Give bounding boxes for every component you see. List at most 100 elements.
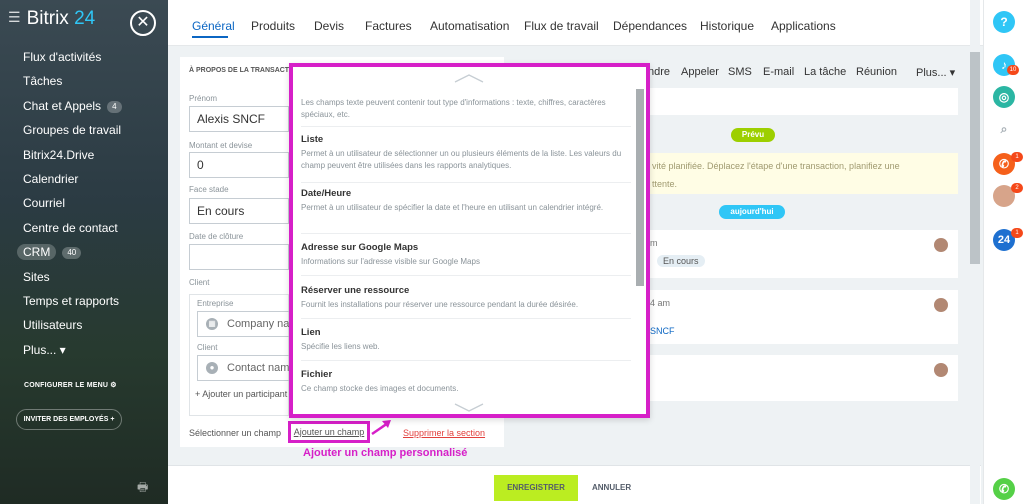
client-label: Client: [189, 278, 210, 287]
tab-historique[interactable]: Historique: [700, 19, 754, 33]
add-participant-link[interactable]: + Ajouter un participant: [195, 389, 287, 399]
entreprise-label: Entreprise: [197, 299, 234, 308]
contact-name-input[interactable]: ● Contact name: [197, 355, 292, 381]
tab-applications[interactable]: Applications: [771, 19, 836, 33]
search-icon[interactable]: ⌕: [993, 118, 1015, 140]
field-type-resource[interactable]: Réserver une ressource Fournit les insta…: [301, 285, 631, 311]
list-item[interactable]: Les champs texte peuvent contenir tout t…: [301, 94, 631, 121]
help-icon[interactable]: ?: [993, 11, 1015, 33]
field-type-desc: Fournit les installations pour réserver …: [301, 300, 579, 309]
sidebar-item-label: Utilisateurs: [23, 318, 83, 333]
b24-badge: 1: [1011, 228, 1023, 238]
sidebar-item-groupes[interactable]: Groupes de travail: [0, 118, 168, 142]
cloture-date-input[interactable]: [189, 244, 289, 270]
close-icon[interactable]: ✕: [130, 10, 156, 36]
sidebar-item-label: CRM: [17, 244, 57, 261]
divider: [301, 233, 631, 234]
contact-sub-label: Client: [197, 343, 218, 352]
call-badge: 1: [1011, 152, 1023, 162]
divider: [301, 275, 631, 276]
save-button[interactable]: ENREGISTRER: [494, 475, 578, 501]
cloture-label: Date de clôture: [189, 232, 244, 241]
field-type-datetime[interactable]: Date/Heure Permet à un utilisateur de sp…: [301, 188, 631, 214]
sidebar-item-plus[interactable]: Plus... ▾: [0, 338, 168, 362]
sidebar-item-chat[interactable]: Chat et Appels 4: [0, 94, 168, 118]
page-scrollbar-thumb[interactable]: [970, 52, 980, 264]
sidebar-item-taches[interactable]: Tâches: [0, 69, 168, 93]
add-field-link[interactable]: Ajouter un champ: [288, 421, 370, 443]
field-type-desc: Permet à un utilisateur de spécifier la …: [301, 203, 604, 212]
sidebar-item-label: Courriel: [23, 196, 66, 211]
notification-badge: 10: [1007, 65, 1019, 75]
field-type-title: Date/Heure: [301, 188, 352, 199]
action-tache[interactable]: La tâche: [804, 66, 846, 78]
cancel-button[interactable]: ANNULER: [592, 475, 631, 501]
count-badge: 40: [62, 247, 82, 260]
prenom-input[interactable]: Alexis SNCF: [189, 106, 289, 132]
configure-menu-link[interactable]: CONFIGURER LE MENU ⚙: [24, 381, 117, 389]
tab-flux-travail[interactable]: Flux de travail: [524, 19, 599, 33]
field-type-google-maps[interactable]: Adresse sur Google Maps Informations sur…: [301, 242, 631, 268]
sidebar-item-crm[interactable]: CRM 40: [0, 240, 168, 264]
chevron-up-icon[interactable]: [453, 73, 485, 83]
tab-produits[interactable]: Produits: [251, 19, 295, 33]
tab-automatisation[interactable]: Automatisation: [430, 19, 509, 33]
field-type-desc: Ce champ stocke des images et documents.: [301, 384, 459, 393]
app-window: ☰ Bitrix 24 Flux d'activités Tâches Chat …: [0, 0, 1024, 504]
delete-section-link[interactable]: Supprimer la section: [403, 428, 485, 438]
sidebar-item-temps[interactable]: Temps et rapports: [0, 289, 168, 313]
today-badge: aujourd'hui: [719, 205, 785, 219]
open-channels-icon[interactable]: ◎: [993, 86, 1015, 108]
timeline-actions: ndre Appeler SMS E-mail La tâche Réunion…: [640, 58, 958, 88]
menu-icon[interactable]: ☰: [8, 9, 21, 26]
company-name-input[interactable]: ▦ Company name: [197, 311, 292, 337]
action-sms[interactable]: SMS: [728, 66, 752, 78]
sidebar-item-drive[interactable]: Bitrix24.Drive: [0, 143, 168, 167]
printer-icon[interactable]: 🖶: [137, 478, 148, 499]
sidebar-item-label: Centre de contact: [23, 220, 118, 235]
phone-icon[interactable]: ✆: [993, 478, 1015, 500]
sidebar-item-flux[interactable]: Flux d'activités: [0, 45, 168, 69]
timeline-card[interactable]: 4 am SNCF: [648, 290, 958, 344]
card-time: m: [650, 238, 658, 248]
avatar: [934, 238, 948, 252]
invite-employees-button[interactable]: INVITER DES EMPLOYÉS +: [16, 409, 122, 430]
card-link[interactable]: SNCF: [650, 326, 675, 336]
right-rail: ? ♪ 10 ◎ ⌕ ✆ 1 2 24 1 ✆: [983, 0, 1024, 504]
montant-input[interactable]: 0: [189, 152, 289, 178]
action-rendezvous[interactable]: ndre: [648, 66, 670, 78]
select-field-link[interactable]: Sélectionner un champ: [189, 428, 281, 438]
sidebar-item-contact-center[interactable]: Centre de contact: [0, 216, 168, 240]
field-type-link[interactable]: Lien Spécifie les liens web.: [301, 327, 631, 353]
tab-general[interactable]: Général: [192, 19, 235, 33]
timeline-card[interactable]: [648, 355, 958, 401]
field-type-dropdown: Les champs texte peuvent contenir tout t…: [289, 63, 650, 418]
sidebar-item-calendrier[interactable]: Calendrier: [0, 167, 168, 191]
divider: [301, 126, 631, 127]
action-plus[interactable]: Plus... ▾: [916, 66, 955, 79]
logo[interactable]: ☰ Bitrix 24: [8, 8, 95, 30]
timeline-card[interactable]: m En cours: [648, 230, 958, 278]
sidebar-item-courriel[interactable]: Courriel: [0, 191, 168, 215]
sidebar-item-sites[interactable]: Sites: [0, 265, 168, 289]
field-type-desc: Les champs texte peuvent contenir tout t…: [301, 98, 606, 119]
divider: [301, 318, 631, 319]
tab-factures[interactable]: Factures: [365, 19, 412, 33]
field-type-file[interactable]: Fichier Ce champ stocke des images et do…: [301, 369, 631, 395]
sidebar-item-utilisateurs[interactable]: Utilisateurs: [0, 313, 168, 337]
stade-select[interactable]: En cours: [189, 198, 289, 224]
bottom-action-bar: ENREGISTRER ANNULER: [168, 465, 981, 504]
action-email[interactable]: E-mail: [763, 66, 794, 78]
tab-devis[interactable]: Devis: [314, 19, 344, 33]
dropdown-scrollbar[interactable]: [636, 89, 644, 286]
action-reunion[interactable]: Réunion: [856, 66, 897, 78]
timeline-input-bar[interactable]: [640, 88, 958, 115]
status-badge: En cours: [657, 255, 705, 267]
avatar: [934, 363, 948, 377]
gear-icon: ⚙: [110, 382, 117, 389]
tab-dependances[interactable]: Dépendances: [613, 19, 687, 33]
card-time: 4 am: [650, 298, 671, 308]
field-type-liste[interactable]: Liste Permet à un utilisateur de sélecti…: [301, 134, 631, 172]
chevron-down-icon[interactable]: [453, 403, 485, 413]
action-appeler[interactable]: Appeler: [681, 66, 719, 78]
